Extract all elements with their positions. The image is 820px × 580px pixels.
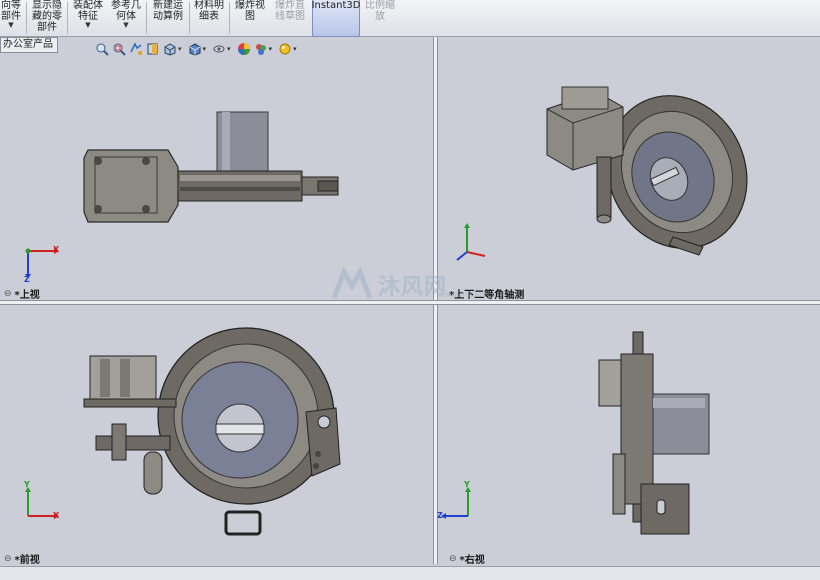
ribbon-separator	[229, 2, 230, 34]
front-view-model[interactable]	[0, 304, 433, 566]
dropdown-arrow-icon[interactable]: ▼	[8, 22, 13, 29]
link-views-icon[interactable]: ⊖	[4, 289, 12, 299]
dropdown-arrow-icon[interactable]: ▼	[85, 22, 90, 29]
ribbon-separator	[146, 2, 147, 34]
ribbon-button-assembly-components[interactable]: 向等 部件 ▼	[0, 0, 22, 36]
link-views-icon[interactable]: ⊖	[449, 554, 457, 564]
coordinate-triad-icon	[456, 223, 486, 261]
command-ribbon: 向等 部件 ▼ 显示隐 藏的零 部件 装配体 特征 ▼ 参考几 何体 ▼ 新建运…	[0, 0, 820, 37]
axis-label-x: X	[53, 511, 60, 520]
scale-button[interactable]: 比例缩 放	[362, 0, 398, 36]
reference-geometry-button[interactable]: 参考几 何体 ▼	[110, 0, 142, 36]
axis-label-y: Y	[464, 480, 470, 489]
axis-label-x: X	[53, 245, 60, 254]
axis-label-y: Y	[24, 480, 30, 489]
instant3d-button[interactable]: Instant3D	[312, 0, 360, 37]
watermark: 沐风网 www.mfcad.com	[330, 266, 504, 302]
viewport-label-right: ⊖ *右视	[449, 553, 485, 567]
link-views-icon[interactable]: ⊖	[4, 554, 12, 564]
assembly-features-button[interactable]: 装配体 特征 ▼	[70, 0, 106, 36]
viewport-label-front: ⊖ *前视	[4, 553, 40, 567]
status-bar	[0, 566, 820, 580]
new-motion-study-button[interactable]: 新建运 动算例	[150, 0, 186, 36]
viewport-label-top: ⊖ *上视	[4, 288, 40, 302]
ribbon-separator	[189, 2, 190, 34]
bill-of-materials-button[interactable]: 材料明 细表	[192, 0, 226, 36]
right-view-model[interactable]	[437, 304, 820, 566]
ribbon-separator	[26, 2, 27, 34]
explode-line-sketch-button[interactable]: 爆炸直 线草图	[272, 0, 308, 36]
axis-label-z: Z	[437, 511, 443, 520]
axis-label-z: Z	[24, 275, 30, 284]
ribbon-separator	[67, 2, 68, 34]
show-hidden-components-button[interactable]: 显示隐 藏的零 部件	[30, 0, 64, 36]
dropdown-arrow-icon[interactable]: ▼	[123, 22, 128, 29]
exploded-view-button[interactable]: 爆炸视 图	[232, 0, 268, 36]
watermark-logo-icon	[331, 266, 373, 299]
